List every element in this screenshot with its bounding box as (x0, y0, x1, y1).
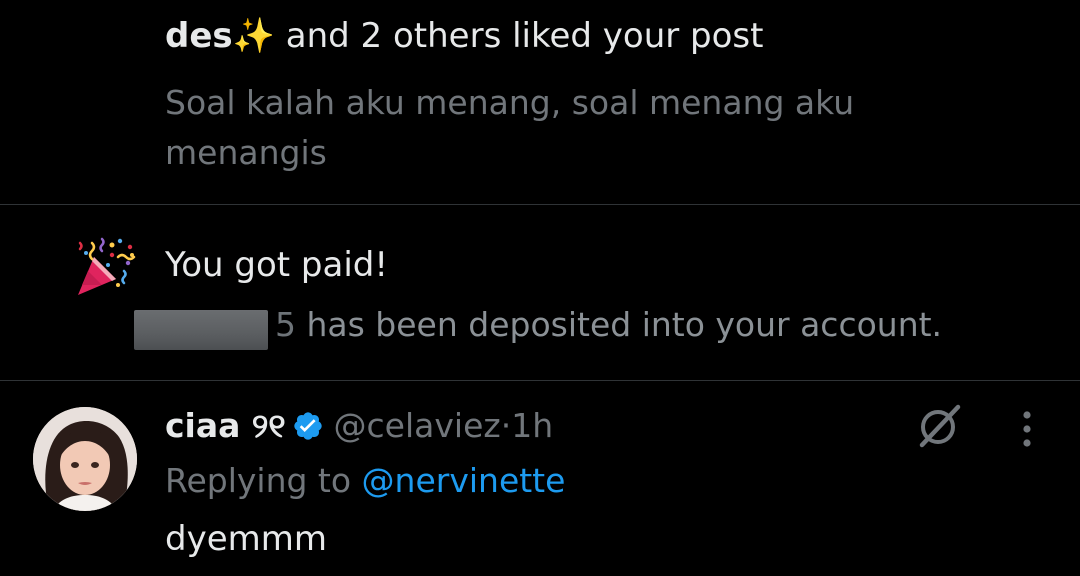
redaction-block (134, 310, 268, 350)
payment-detail-text: has been deposited into your account. (296, 305, 943, 344)
tweet-text: dyemmm (165, 519, 327, 559)
party-popper-icon (78, 237, 136, 295)
payment-amount: 5 (275, 305, 296, 344)
like-action-text: and 2 others liked your post (274, 16, 764, 56)
liked-post-preview[interactable]: Soal kalah aku menang, soal menang aku m… (165, 78, 945, 178)
separator-dot: · (500, 406, 512, 445)
replying-to-handle[interactable]: @nervinette (362, 461, 566, 500)
replying-to: Replying to @nervinette (165, 459, 565, 503)
payment-title: You got paid! (165, 245, 389, 285)
tweet-time[interactable]: 1h (511, 404, 553, 448)
payment-notification[interactable]: You got paid! 5 has been deposited into … (0, 205, 1080, 380)
like-notification[interactable]: des✨ and 2 others liked your post Soal k… (0, 0, 1080, 204)
verified-badge-icon[interactable] (292, 410, 324, 442)
like-notification-header: des✨ and 2 others liked your post (165, 14, 763, 58)
reply-tweet[interactable]: ciaa ୨୧ @celaviez · 1h Replying to @nerv… (0, 381, 1080, 576)
grok-icon[interactable] (916, 403, 962, 449)
more-options-icon[interactable] (1012, 409, 1042, 449)
liker-name[interactable]: des✨ (165, 16, 275, 56)
avatar[interactable] (33, 407, 137, 511)
avatar-image (33, 407, 137, 511)
tweet-header: ciaa ୨୧ @celaviez · 1h (165, 404, 553, 448)
display-name[interactable]: ciaa ୨୧ (165, 404, 286, 448)
replying-to-prefix: Replying to (165, 461, 362, 500)
user-handle[interactable]: @celaviez (334, 404, 501, 448)
payment-detail: 5 has been deposited into your account. (165, 303, 942, 347)
